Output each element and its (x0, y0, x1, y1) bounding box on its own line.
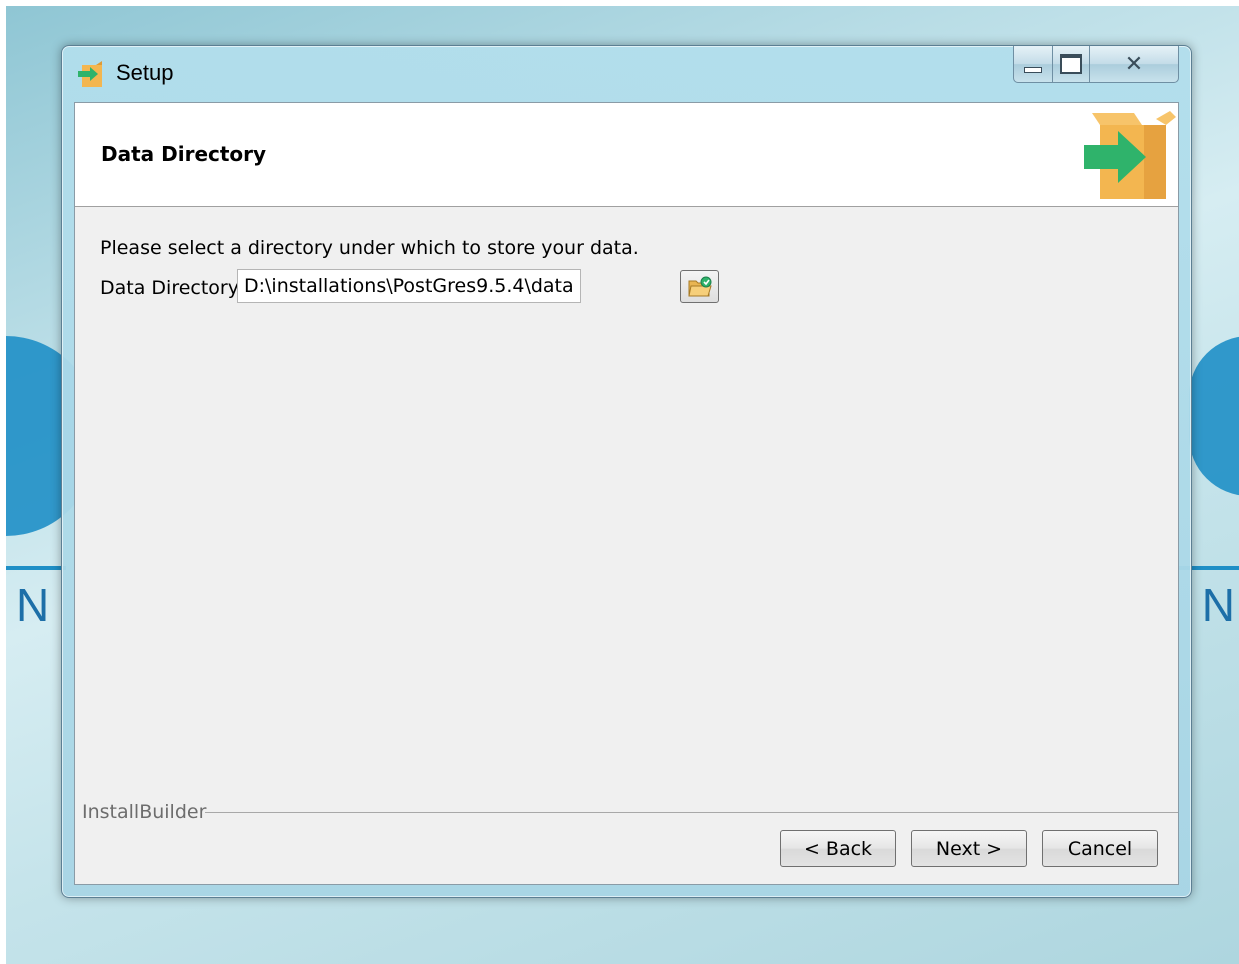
setup-window: Setup ✕ Data Directory Please select a d… (61, 45, 1192, 898)
desktop-wallpaper-shape-right (1189, 336, 1239, 496)
setup-box-arrow-icon (1084, 111, 1176, 199)
folder-browse-icon (687, 276, 712, 296)
maximize-button[interactable] (1053, 46, 1090, 83)
setup-box-arrow-icon (78, 61, 102, 87)
caption-buttons: ✕ (1013, 46, 1179, 84)
cancel-button[interactable]: Cancel (1042, 830, 1158, 867)
close-icon: ✕ (1124, 51, 1144, 77)
desktop-wallpaper-letter-left: N (16, 579, 50, 631)
back-button[interactable]: < Back (780, 830, 896, 867)
maximize-icon (1060, 54, 1082, 74)
installbuilder-label: InstallBuilder (82, 801, 207, 823)
minimize-button[interactable] (1013, 46, 1053, 83)
footer-separator (205, 812, 1178, 813)
desktop-wallpaper-line-left (6, 566, 66, 570)
desktop-wallpaper-letter-right: N (1201, 579, 1235, 631)
data-directory-input[interactable] (237, 269, 581, 303)
window-title: Setup (116, 60, 174, 85)
next-button[interactable]: Next > (911, 830, 1027, 867)
page-title: Data Directory (101, 142, 267, 166)
minimize-icon (1024, 67, 1042, 73)
browse-button[interactable] (680, 270, 719, 303)
data-directory-label: Data Directory (100, 277, 239, 299)
close-button[interactable]: ✕ (1090, 46, 1179, 83)
title-bar[interactable]: Setup ✕ (62, 46, 1191, 102)
wizard-header: Data Directory (75, 103, 1178, 207)
instruction-text: Please select a directory under which to… (100, 237, 639, 259)
wizard-client-area: Data Directory Please select a directory… (74, 102, 1179, 885)
